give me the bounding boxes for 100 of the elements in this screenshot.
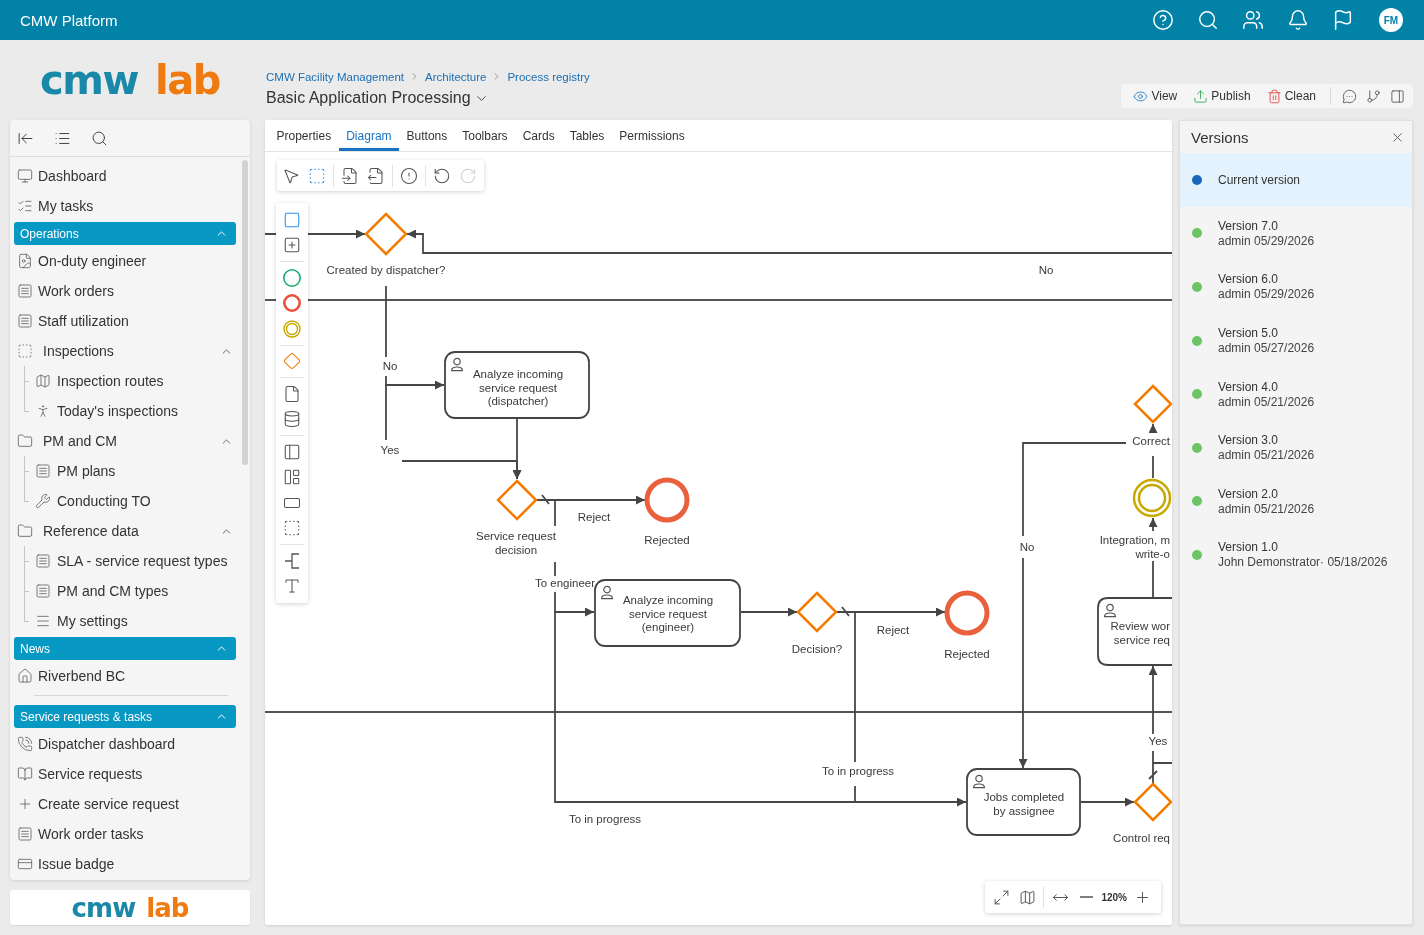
node-label: Integration, m write-o — [1099, 534, 1170, 560]
page-title[interactable]: Basic Application Processing — [266, 88, 590, 108]
version-author-date: admin 05/21/2026 — [1218, 448, 1315, 463]
branch-icon — [1365, 88, 1381, 104]
user-avatar[interactable]: FM — [1379, 8, 1403, 32]
file-export-icon — [367, 166, 385, 185]
end-event-circle — [944, 590, 990, 636]
flow-label: No — [1038, 264, 1054, 276]
nav-item[interactable]: Dispatcher dashboard — [14, 729, 236, 759]
nav-item[interactable]: Create service request — [14, 789, 236, 819]
node-label: Control req — [1113, 832, 1170, 844]
list-icon — [35, 463, 51, 479]
nav-item[interactable]: My tasks — [14, 191, 236, 221]
dashed-square-icon — [308, 166, 326, 185]
version-title: Version 1.0 — [1218, 540, 1280, 555]
node-label: Decision? — [791, 643, 843, 655]
minus-icon — [1079, 896, 1093, 898]
node-label: Created by dispatcher? — [326, 264, 446, 276]
person-icon — [1104, 603, 1116, 618]
version-title: Version 4.0 — [1218, 379, 1280, 394]
tab[interactable]: Tables — [562, 120, 612, 151]
square-plus-icon — [283, 236, 301, 255]
nav-item[interactable]: Conducting TO — [24, 486, 236, 516]
nav-group[interactable]: Reference data — [14, 516, 236, 546]
nav-item[interactable]: PM and CM types — [24, 576, 236, 606]
breadcrumb-link[interactable]: Process registry — [507, 70, 590, 83]
lines-icon — [35, 613, 51, 629]
rounded-square-icon — [283, 210, 301, 229]
person-icon — [451, 357, 463, 372]
logo-text: cmw — [39, 60, 139, 100]
nav-item[interactable]: Staff utilization — [14, 306, 236, 336]
tab[interactable]: Buttons — [399, 120, 455, 151]
person-icon — [973, 774, 985, 789]
search-icon — [90, 129, 108, 147]
nav-item[interactable]: Inspection routes — [24, 366, 236, 396]
tab[interactable]: Permissions — [611, 120, 693, 151]
version-item[interactable]: Version 7.0 admin 05/29/2026 — [1180, 206, 1412, 261]
nav-item[interactable]: Today's inspections — [24, 396, 236, 426]
nav-item[interactable]: PM plans — [24, 456, 236, 486]
clean-button[interactable]: Clean — [1258, 84, 1324, 108]
version-title: Version 2.0 — [1218, 486, 1280, 501]
phone-icon — [17, 736, 33, 752]
book-icon — [17, 766, 33, 782]
breadcrumb-link[interactable]: CMW Facility Management — [266, 70, 405, 83]
tab[interactable]: Properties — [269, 120, 339, 151]
version-item[interactable]: Version 2.0 admin 05/21/2026 — [1180, 474, 1412, 529]
panel-icon — [283, 442, 301, 461]
nav-item[interactable]: Work orders — [14, 276, 236, 306]
nav-item[interactable]: Dashboard — [14, 161, 236, 191]
database-icon — [283, 410, 301, 429]
flow-label: To engineer — [534, 577, 596, 589]
nav-group[interactable]: PM and CM — [14, 426, 236, 456]
list-icon — [17, 826, 33, 842]
flow-label: To in progress — [821, 765, 895, 777]
flow-label: Reject — [577, 511, 611, 523]
file-import-icon — [341, 166, 359, 185]
scrollbar[interactable] — [242, 160, 248, 465]
gateway-diamond — [796, 591, 838, 633]
nav-item[interactable]: Service requests — [14, 759, 236, 789]
view-button[interactable]: View — [1125, 84, 1186, 108]
nav-item[interactable]: My settings — [24, 606, 236, 636]
checklist-icon — [17, 198, 33, 214]
trash-icon — [1266, 88, 1282, 104]
bell-icon — [1286, 9, 1309, 31]
users-icon — [1241, 9, 1264, 31]
nav-group[interactable]: Inspections — [14, 336, 236, 366]
version-item[interactable]: Current version — [1180, 153, 1412, 207]
version-item[interactable]: Version 5.0 admin 05/27/2026 — [1180, 313, 1412, 368]
alert-circle-icon — [400, 166, 418, 185]
logo-text: lab — [146, 894, 189, 921]
tab[interactable]: Toolbars — [454, 120, 516, 151]
house-icon — [17, 668, 33, 684]
version-item[interactable]: Version 1.0 John Demonstrator· 05/18/2026 — [1180, 528, 1412, 582]
version-author-date: admin 05/21/2026 — [1218, 501, 1315, 516]
double-circle-icon — [283, 319, 301, 338]
version-item[interactable]: Version 3.0 admin 05/21/2026 — [1180, 420, 1412, 475]
tab[interactable]: Cards — [515, 120, 563, 151]
undo-icon — [433, 166, 451, 185]
publish-button[interactable]: Publish — [1185, 84, 1259, 108]
end-event-circle — [644, 477, 690, 523]
version-author-date: John Demonstrator· 05/18/2026 — [1218, 555, 1388, 570]
nav-item[interactable]: On-duty engineer — [14, 246, 236, 276]
version-author-date: admin 05/29/2026 — [1218, 287, 1315, 302]
nav-item[interactable]: Riverbend BC — [14, 661, 236, 691]
document-icon — [283, 384, 301, 403]
nav-item[interactable]: Work order tasks — [14, 819, 236, 849]
search-icon — [1196, 9, 1219, 31]
version-item[interactable]: Version 4.0 admin 05/21/2026 — [1180, 367, 1412, 421]
eye-icon — [1133, 88, 1149, 104]
gateway-diamond — [364, 212, 408, 256]
pointer-icon — [282, 166, 300, 185]
list-icon — [35, 583, 51, 599]
nav-item[interactable]: SLA - service request types — [24, 546, 236, 576]
version-item[interactable]: Version 6.0 admin 05/29/2026 — [1180, 260, 1412, 314]
image-file-icon — [17, 253, 33, 269]
nav-item[interactable]: Issue badge — [14, 849, 236, 879]
flow-label: Reject — [876, 624, 910, 636]
dashed-square-icon — [17, 343, 33, 359]
breadcrumb-link[interactable]: Architecture — [425, 70, 487, 83]
redo-icon — [459, 166, 477, 185]
